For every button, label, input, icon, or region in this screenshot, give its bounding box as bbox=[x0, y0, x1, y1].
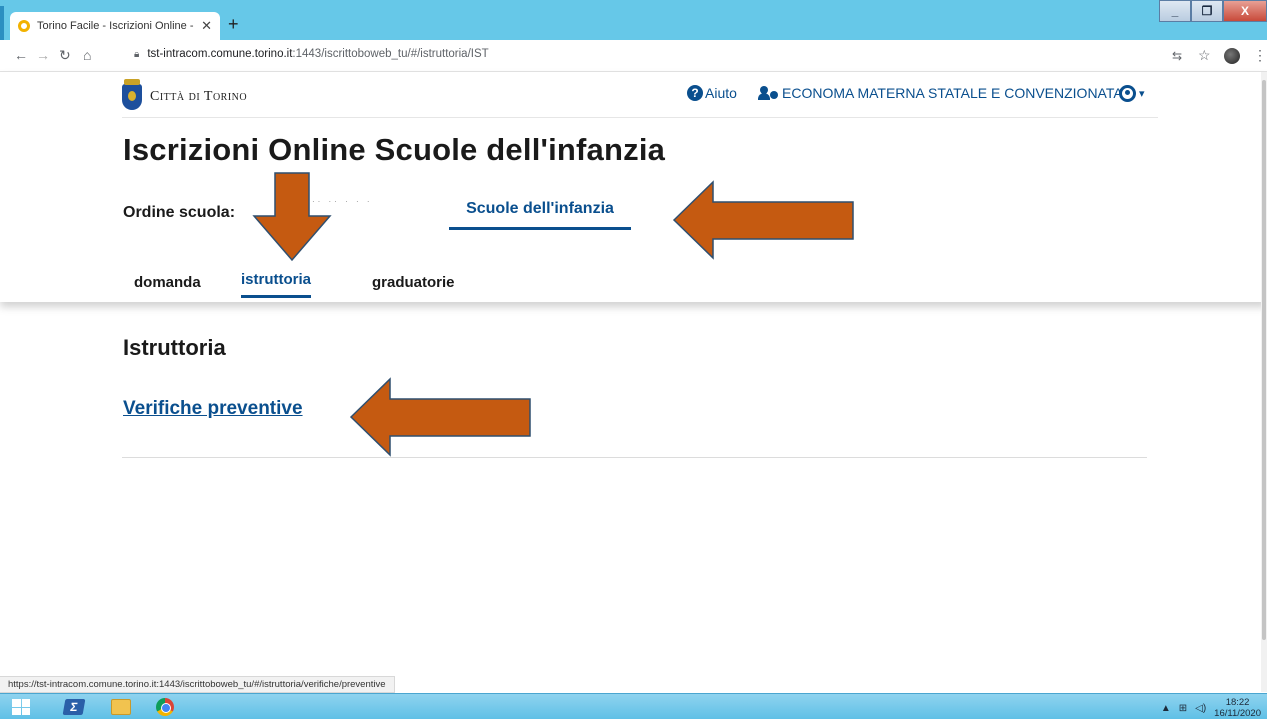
tray-expand-icon[interactable]: ▲ bbox=[1161, 703, 1171, 714]
clock-time: 18:22 bbox=[1225, 697, 1250, 708]
ordine-scuola-label: Ordine scuola: bbox=[123, 204, 236, 221]
menu-icon[interactable]: ⋮ bbox=[1253, 47, 1267, 64]
clock[interactable]: 18:22 16/11/2020 bbox=[1214, 697, 1261, 719]
coat-of-arms-icon bbox=[122, 79, 142, 110]
translate-icon[interactable]: ⇆ bbox=[1172, 49, 1182, 63]
site-favicon-icon bbox=[18, 20, 30, 32]
new-tab-button[interactable]: + bbox=[228, 14, 239, 34]
help-label: Aiuto bbox=[705, 85, 737, 101]
section-title: Istruttoria bbox=[123, 335, 226, 360]
folder-icon[interactable] bbox=[110, 697, 132, 717]
address-bar: ← → ↻ ⌂ 🔒︎ tst-intracom.comune.torino.it:… bbox=[0, 40, 1267, 72]
page-title: Iscrizioni Online Scuole dell'infanzia bbox=[123, 132, 666, 167]
clock-date: 16/11/2020 bbox=[1214, 708, 1261, 719]
url-host: tst-intracom.comune.torino.it bbox=[147, 48, 293, 60]
home-icon[interactable]: ⌂ bbox=[83, 47, 91, 63]
page-scrollbar[interactable] bbox=[1261, 72, 1267, 692]
scrollbar-thumb[interactable] bbox=[1262, 80, 1266, 640]
tab-graduatorie[interactable]: graduatorie bbox=[372, 274, 455, 291]
url-path: :1443/iscrittoboweb_tu/#/istruttoria/IST bbox=[292, 48, 489, 60]
role-selector[interactable]: ECONOMA MATERNA STATALE E CONVENZIONATA bbox=[758, 85, 1123, 101]
chrome-icon[interactable] bbox=[154, 697, 176, 717]
chevron-down-icon: ▾ bbox=[1139, 88, 1145, 100]
city-logo[interactable]: Città di Torino bbox=[122, 79, 248, 110]
lock-icon: 🔒︎ bbox=[134, 49, 140, 60]
browser-tab[interactable]: Torino Facile - Iscrizioni Online - ✕ bbox=[10, 12, 220, 40]
annotation-arrow-left-top bbox=[672, 180, 856, 260]
os-taskbar: Σ ▲ ⊞ ◁) 18:22 16/11/2020 bbox=[0, 693, 1267, 719]
maximize-button[interactable]: ❐ bbox=[1191, 0, 1223, 22]
minimize-button[interactable]: _ bbox=[1159, 0, 1191, 22]
role-label: ECONOMA MATERNA STATALE E CONVENZIONATA bbox=[782, 85, 1123, 101]
content-divider bbox=[122, 457, 1147, 458]
tab-close-icon[interactable]: ✕ bbox=[201, 18, 212, 34]
user-menu[interactable]: ▾ bbox=[1119, 85, 1145, 102]
url-field[interactable]: 🔒︎ tst-intracom.comune.torino.it:1443/isc… bbox=[134, 48, 489, 60]
star-icon[interactable]: ☆ bbox=[1198, 47, 1211, 64]
browser-profile-avatar[interactable] bbox=[1224, 48, 1240, 64]
back-icon[interactable]: ← bbox=[14, 47, 28, 63]
tab-scuole-infanzia[interactable]: Scuole dell'infanzia bbox=[449, 196, 631, 230]
screen: Torino Facile - Iscrizioni Online - ✕ + … bbox=[0, 0, 1267, 719]
help-icon: ? bbox=[687, 85, 703, 101]
forward-icon[interactable]: → bbox=[36, 47, 50, 63]
help-link[interactable]: ? Aiuto bbox=[687, 85, 737, 101]
system-tray: ▲ ⊞ ◁) 18:22 16/11/2020 bbox=[1161, 697, 1261, 719]
window-controls: _ ❐ X bbox=[1159, 0, 1267, 22]
users-icon bbox=[758, 86, 780, 100]
tab-istruttoria[interactable]: istruttoria bbox=[241, 271, 312, 298]
windows-icon[interactable] bbox=[10, 697, 32, 717]
annotation-arrow-down bbox=[252, 172, 332, 262]
logo-text: Città di Torino bbox=[150, 89, 248, 104]
powershell-icon[interactable]: Σ bbox=[62, 697, 86, 717]
verifiche-preventive-link[interactable]: Verifiche preventive bbox=[123, 398, 303, 420]
user-circle-icon bbox=[1119, 85, 1136, 102]
reload-icon[interactable]: ↻ bbox=[59, 47, 71, 64]
network-icon[interactable]: ⊞ bbox=[1179, 703, 1187, 714]
tab-title: Torino Facile - Iscrizioni Online - bbox=[37, 20, 194, 32]
browser-tab-bar: Torino Facile - Iscrizioni Online - ✕ + … bbox=[0, 0, 1267, 40]
tab-strip-edge bbox=[0, 6, 4, 40]
window-close-button[interactable]: X bbox=[1223, 0, 1267, 22]
status-bar-url: https://tst-intracom.comune.torino.it:14… bbox=[0, 676, 395, 693]
tab-domanda[interactable]: domanda bbox=[134, 274, 201, 291]
header-divider bbox=[122, 117, 1158, 118]
annotation-arrow-left-bottom bbox=[349, 377, 533, 457]
volume-icon[interactable]: ◁) bbox=[1195, 703, 1206, 714]
